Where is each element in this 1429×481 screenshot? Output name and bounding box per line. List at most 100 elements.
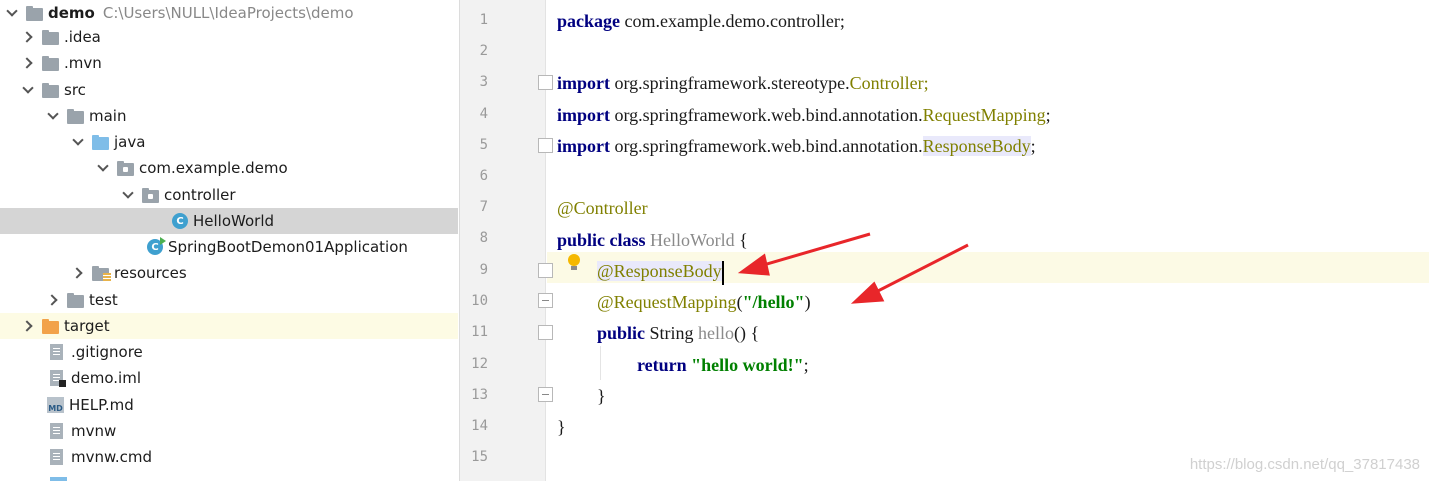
tree-item-application[interactable]: C SpringBootDemon01Application: [0, 234, 458, 260]
module-folder-icon: [26, 5, 43, 21]
tree-item-test[interactable]: test: [0, 287, 458, 313]
line-number: 15: [471, 449, 488, 465]
tree-item-main[interactable]: main: [0, 103, 458, 129]
code-line-14: }: [557, 417, 566, 437]
tree-item-package[interactable]: com.example.demo: [0, 155, 458, 181]
text-caret: [721, 260, 724, 285]
tree-item-idea[interactable]: .idea: [0, 24, 458, 50]
chevron-right-icon[interactable]: [20, 318, 36, 334]
tree-item-label: .gitignore: [71, 343, 143, 361]
collapse-marker-icon[interactable]: [538, 387, 553, 402]
markdown-file-icon: MD: [47, 397, 64, 413]
code-line-4: import org.springframework.web.bind.anno…: [557, 105, 1051, 125]
line-number: 12: [471, 356, 488, 372]
code-line-12: return "hello world!";: [637, 355, 809, 375]
folder-icon: [42, 82, 59, 98]
line-number: 8: [479, 230, 488, 246]
line-number: 3: [479, 74, 488, 90]
tree-item-partial[interactable]: [0, 472, 458, 481]
fold-marker-icon[interactable]: [538, 75, 553, 90]
tree-item-label: resources: [114, 264, 187, 282]
tree-item-label: java: [114, 133, 146, 151]
tree-item-target[interactable]: target: [0, 313, 458, 339]
line-number: 1: [479, 12, 488, 28]
tree-item-help-md[interactable]: MD HELP.md: [0, 392, 458, 418]
line-number: 9: [479, 262, 488, 278]
line-number: 11: [471, 324, 488, 340]
tree-item-mvnw-cmd[interactable]: mvnw.cmd: [0, 444, 458, 470]
tree-item-label: main: [89, 107, 127, 125]
chevron-down-icon[interactable]: [95, 160, 111, 176]
tree-item-label: HELP.md: [69, 396, 134, 414]
tree-item-label: HelloWorld: [193, 212, 275, 230]
code-line-10: @RequestMapping("/hello"): [597, 292, 811, 312]
code-line-3: import org.springframework.stereotype.Co…: [557, 73, 929, 93]
chevron-down-icon[interactable]: [45, 108, 61, 124]
tree-item-mvnw[interactable]: mvnw: [0, 418, 458, 444]
collapse-marker-icon[interactable]: [538, 293, 553, 308]
tree-item-resources[interactable]: resources: [0, 260, 458, 286]
line-number: 4: [479, 106, 488, 122]
tree-item-label: .mvn: [64, 54, 102, 72]
fold-marker-icon[interactable]: [538, 325, 553, 340]
java-class-icon: C: [172, 213, 188, 229]
tree-item-label: demo.iml: [71, 369, 141, 387]
folder-icon: [42, 29, 59, 45]
project-tree: demo C:\Users\NULL\IdeaProjects\demo .id…: [0, 0, 458, 481]
code-line-5: import org.springframework.web.bind.anno…: [557, 136, 1036, 156]
text-file-icon: [50, 449, 63, 465]
tree-item-label: controller: [164, 186, 236, 204]
tree-item-java[interactable]: java: [0, 129, 458, 155]
text-file-icon: [50, 344, 63, 360]
fold-marker-icon[interactable]: [538, 138, 553, 153]
chevron-right-icon[interactable]: [70, 265, 86, 281]
editor-gutter: 1 2 3 4 5 6 7 8 9 10 11 12 13 14 15: [460, 0, 546, 481]
project-path: C:\Users\NULL\IdeaProjects\demo: [102, 4, 354, 22]
tree-item-label: mvnw.cmd: [71, 448, 153, 466]
excluded-folder-icon: [42, 318, 59, 334]
tree-item-demo-iml[interactable]: demo.iml: [0, 365, 458, 391]
chevron-right-icon[interactable]: [45, 292, 61, 308]
tree-item-label: src: [64, 81, 86, 99]
tree-item-src[interactable]: src: [0, 77, 458, 103]
code-line-8: public class HelloWorld {: [557, 230, 748, 250]
resources-folder-icon: [92, 265, 111, 282]
line-number: 5: [479, 137, 488, 153]
source-folder-icon: [92, 134, 109, 150]
chevron-down-icon[interactable]: [120, 187, 136, 203]
folder-icon: [67, 108, 84, 124]
lightbulb-icon[interactable]: [568, 254, 580, 270]
folder-icon: [42, 55, 59, 71]
tree-item-helloworld[interactable]: C HelloWorld: [0, 208, 458, 234]
code-line-11: public String hello() {: [597, 323, 760, 343]
watermark: https://blog.csdn.net/qq_37817438: [1189, 456, 1420, 473]
text-file-icon: [50, 423, 63, 439]
line-number: 2: [479, 43, 488, 59]
line-number: 13: [471, 387, 488, 403]
chevron-right-icon[interactable]: [20, 29, 36, 45]
package-icon: [117, 160, 134, 176]
line-number: 10: [471, 293, 488, 309]
tree-item-gitignore[interactable]: .gitignore: [0, 339, 458, 365]
line-number: 6: [479, 168, 488, 184]
code-line-9: @ResponseBody: [597, 257, 724, 285]
chevron-down-icon[interactable]: [4, 5, 20, 21]
tree-item-label: com.example.demo: [139, 159, 288, 177]
chevron-down-icon[interactable]: [20, 82, 36, 98]
tree-item-controller[interactable]: controller: [0, 182, 458, 208]
chevron-down-icon[interactable]: [70, 134, 86, 150]
indent-guide: [600, 346, 601, 380]
spring-boot-class-icon: C: [147, 237, 166, 255]
code-editor[interactable]: 1 2 3 4 5 6 7 8 9 10 11 12 13 14 15 pack…: [459, 0, 1429, 481]
chevron-right-icon[interactable]: [20, 55, 36, 71]
line-number: 14: [471, 418, 488, 434]
tree-item-root[interactable]: demo C:\Users\NULL\IdeaProjects\demo: [0, 0, 458, 26]
fold-marker-icon[interactable]: [538, 263, 553, 278]
tree-item-mvn[interactable]: .mvn: [0, 50, 458, 76]
module-file-icon: [50, 370, 66, 387]
folder-icon: [67, 292, 84, 308]
code-line-1: package com.example.demo.controller;: [557, 11, 845, 31]
tree-item-label: target: [64, 317, 110, 335]
tree-item-label: .idea: [64, 28, 101, 46]
line-number: 7: [479, 199, 488, 215]
